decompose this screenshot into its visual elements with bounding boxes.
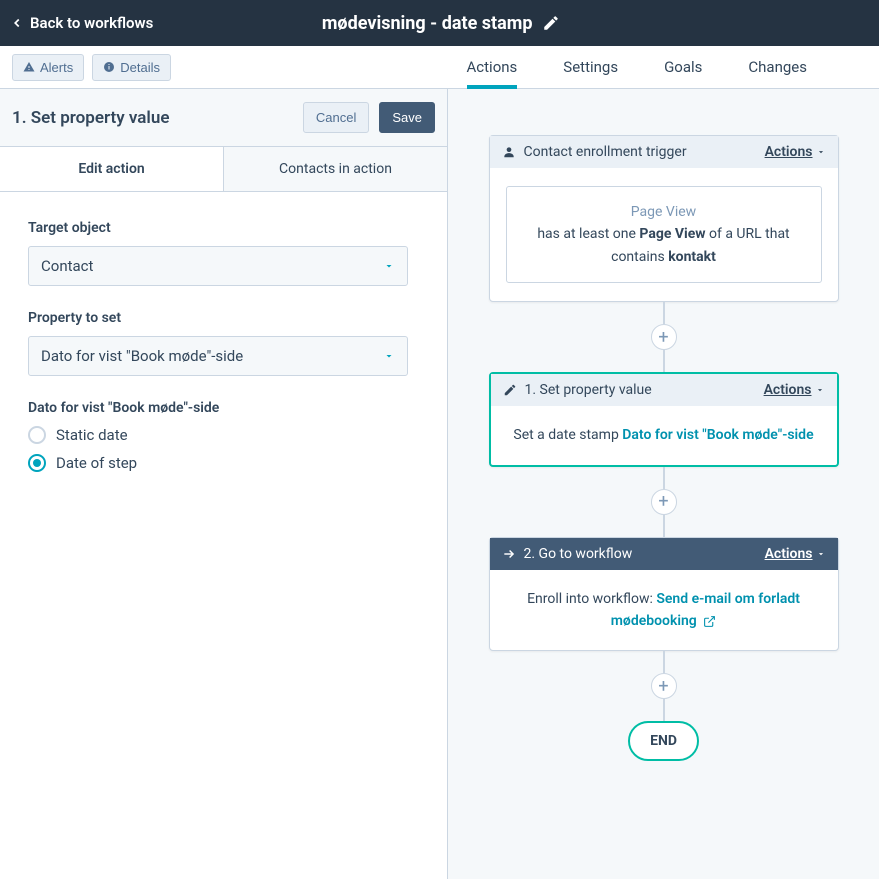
property-to-set-value: Dato for vist "Book møde"-side [41,347,243,365]
add-step-button-3[interactable]: + [651,673,677,699]
chevron-left-icon [10,16,24,30]
back-to-workflows-link[interactable]: Back to workflows [10,14,153,32]
step1-card-body: Set a date stamp Dato for vist "Book mød… [491,406,837,464]
tab-settings-label: Settings [563,58,618,76]
connector-3: + [651,651,677,721]
caret-down-icon [816,147,826,157]
trigger-text-4: kontakt [668,249,716,265]
radio-step-indicator [28,454,46,472]
connector-1: + [651,302,677,372]
panel-header: 1. Set property value Cancel Save [0,89,447,147]
tab-actions[interactable]: Actions [467,46,518,88]
trigger-inner-card: Page View has at least one Page View of … [506,186,822,283]
value-type-radio-group: Static date Date of step [28,426,419,472]
layout: 1. Set property value Cancel Save Edit a… [0,89,879,879]
step1-body-link: Dato for vist "Book møde"-side [622,427,813,443]
connector-2: + [651,467,677,537]
subtab-contacts-in-action[interactable]: Contacts in action [224,147,447,191]
step2-card[interactable]: 2. Go to workflow Actions Enroll into wo… [489,537,839,652]
chevron-down-icon [383,260,395,272]
tab-changes-label: Changes [748,58,807,76]
add-step-button-1[interactable]: + [651,324,677,350]
step1-title: 1. Set property value [525,382,652,398]
cancel-button[interactable]: Cancel [303,102,369,133]
left-panel: 1. Set property value Cancel Save Edit a… [0,89,448,879]
step1-actions-menu[interactable]: Actions [764,382,825,398]
main-tabs: Actions Settings Goals Changes [467,46,867,88]
tab-goals[interactable]: Goals [664,46,702,88]
alert-icon [23,61,35,73]
radio-date-of-step[interactable]: Date of step [28,454,419,472]
tab-changes[interactable]: Changes [748,46,807,88]
details-label: Details [120,60,160,75]
property-to-set-label: Property to set [28,310,419,326]
trigger-title: Contact enrollment trigger [524,144,687,160]
trigger-actions-label: Actions [765,144,813,160]
form: Target object Contact Property to set Da… [0,192,447,500]
step2-title: 2. Go to workflow [524,546,633,562]
add-step-button-2[interactable]: + [651,489,677,515]
trigger-actions-menu[interactable]: Actions [765,144,826,160]
target-object-value: Contact [41,257,93,275]
contact-icon [502,145,516,159]
trigger-inner-heading: Page View [517,201,811,223]
toolbar: Alerts Details Actions Settings Goals Ch… [0,46,879,89]
details-button[interactable]: Details [92,54,171,81]
trigger-text-1: has at least one [537,226,639,242]
panel-heading: 1. Set property value [12,108,170,128]
trigger-text-2: Page View [639,226,705,242]
step2-actions-label: Actions [765,546,813,562]
trigger-card-header: Contact enrollment trigger Actions [490,136,838,168]
workflow-title: mødevisning - date stamp [322,13,533,34]
end-node: END [628,721,699,761]
step2-actions-menu[interactable]: Actions [765,546,826,562]
tab-actions-label: Actions [467,58,518,76]
external-link-icon [703,615,716,628]
property-to-set-select[interactable]: Dato for vist "Book møde"-side [28,336,408,376]
arrow-right-icon [502,547,516,561]
target-object-label: Target object [28,220,419,236]
tab-settings[interactable]: Settings [563,46,618,88]
radio-static-indicator [28,426,46,444]
step1-body-prefix: Set a date stamp [513,427,622,443]
subtab-edit-action[interactable]: Edit action [0,147,224,191]
step1-card-header: 1. Set property value Actions [491,374,837,406]
alerts-button[interactable]: Alerts [12,54,84,81]
tab-goals-label: Goals [664,58,702,76]
edit-icon [503,383,517,397]
value-type-label: Dato for vist "Book møde"-side [28,400,419,416]
chevron-down-icon [383,350,395,362]
panel-subtabs: Edit action Contacts in action [0,147,447,192]
edit-title-icon[interactable] [542,14,560,32]
save-button[interactable]: Save [379,102,435,133]
target-object-select[interactable]: Contact [28,246,408,286]
trigger-card-body: Page View has at least one Page View of … [490,168,838,301]
trigger-criteria-text: has at least one Page View of a URL that… [517,223,811,268]
radio-static-date[interactable]: Static date [28,426,419,444]
back-label: Back to workflows [30,14,153,32]
radio-step-label: Date of step [56,454,137,472]
caret-down-icon [815,385,825,395]
radio-static-label: Static date [56,426,128,444]
workflow-canvas: Contact enrollment trigger Actions Page … [448,89,879,879]
subtab-contacts-label: Contacts in action [279,161,392,177]
trigger-card[interactable]: Contact enrollment trigger Actions Page … [489,135,839,302]
step2-body-prefix: Enroll into workflow: [527,591,656,607]
step1-actions-label: Actions [764,382,812,398]
title-wrap: mødevisning - date stamp [153,13,729,34]
topbar: Back to workflows mødevisning - date sta… [0,0,879,46]
step1-card[interactable]: 1. Set property value Actions Set a date… [489,372,839,466]
caret-down-icon [816,549,826,559]
alerts-label: Alerts [40,60,73,75]
info-icon [103,61,115,73]
subtab-edit-label: Edit action [78,161,144,177]
step2-card-body: Enroll into workflow: Send e-mail om for… [490,570,838,651]
step2-card-header: 2. Go to workflow Actions [490,538,838,570]
